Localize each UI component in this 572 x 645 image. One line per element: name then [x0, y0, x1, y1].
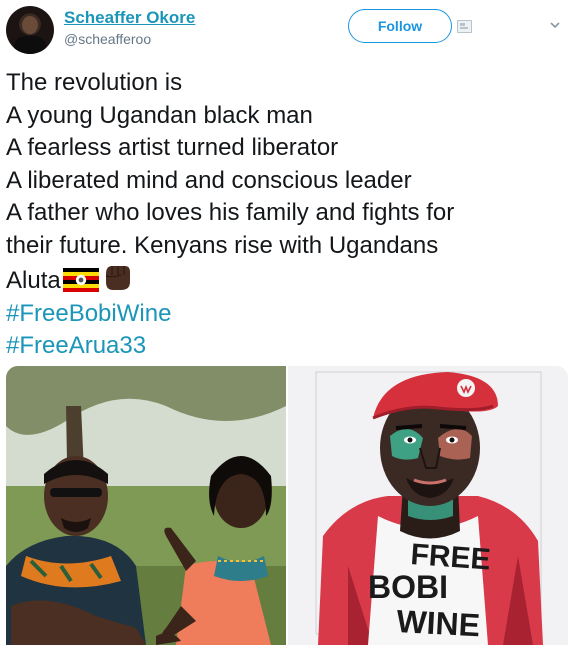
tweet-line: A fearless artist turned liberator	[6, 134, 339, 161]
avatar[interactable]	[6, 6, 54, 54]
ad-info-icon[interactable]	[457, 20, 472, 33]
shirt-text-wine: WINE	[396, 603, 481, 643]
follow-button[interactable]: Follow	[348, 9, 452, 43]
tweet-line: A liberated mind and conscious leader	[6, 166, 412, 194]
avatar-face	[22, 16, 38, 34]
aluta-text: Aluta	[6, 267, 61, 294]
avatar-body	[14, 36, 46, 54]
tweet: Scheaffer Okore @scheafferoo Follow The …	[0, 0, 572, 645]
shirt-text-bobi: BOBI	[368, 569, 448, 605]
media-photo-right[interactable]: FREE BOBI WINE	[288, 366, 568, 645]
photo-illustration	[6, 366, 286, 645]
tweet-line: The revolution is	[6, 69, 183, 96]
tweet-text: The revolution is A young Ugandan black …	[6, 67, 566, 363]
user-handle[interactable]: @scheafferoo	[64, 31, 151, 47]
display-name[interactable]: Scheaffer Okore	[64, 8, 195, 28]
hashtag-link[interactable]: #FreeBobiWine	[6, 298, 566, 331]
tweet-line: A father who loves his family and fights…	[6, 199, 455, 226]
bobi-wine-illustration: FREE BOBI WINE	[288, 366, 568, 645]
chevron-down-icon[interactable]	[550, 20, 560, 30]
raised-fist-icon	[105, 266, 130, 290]
media-photo-left[interactable]	[6, 366, 286, 645]
flag-uganda-icon	[62, 268, 99, 292]
tweet-media: FREE BOBI WINE	[6, 366, 568, 645]
tweet-line-aluta: Aluta	[6, 262, 566, 298]
tweet-line: A young Ugandan black man	[6, 101, 313, 129]
hashtag-link[interactable]: #FreeArua33	[6, 330, 566, 363]
tweet-line: their future. Kenyans rise with Ugandans	[6, 231, 439, 259]
